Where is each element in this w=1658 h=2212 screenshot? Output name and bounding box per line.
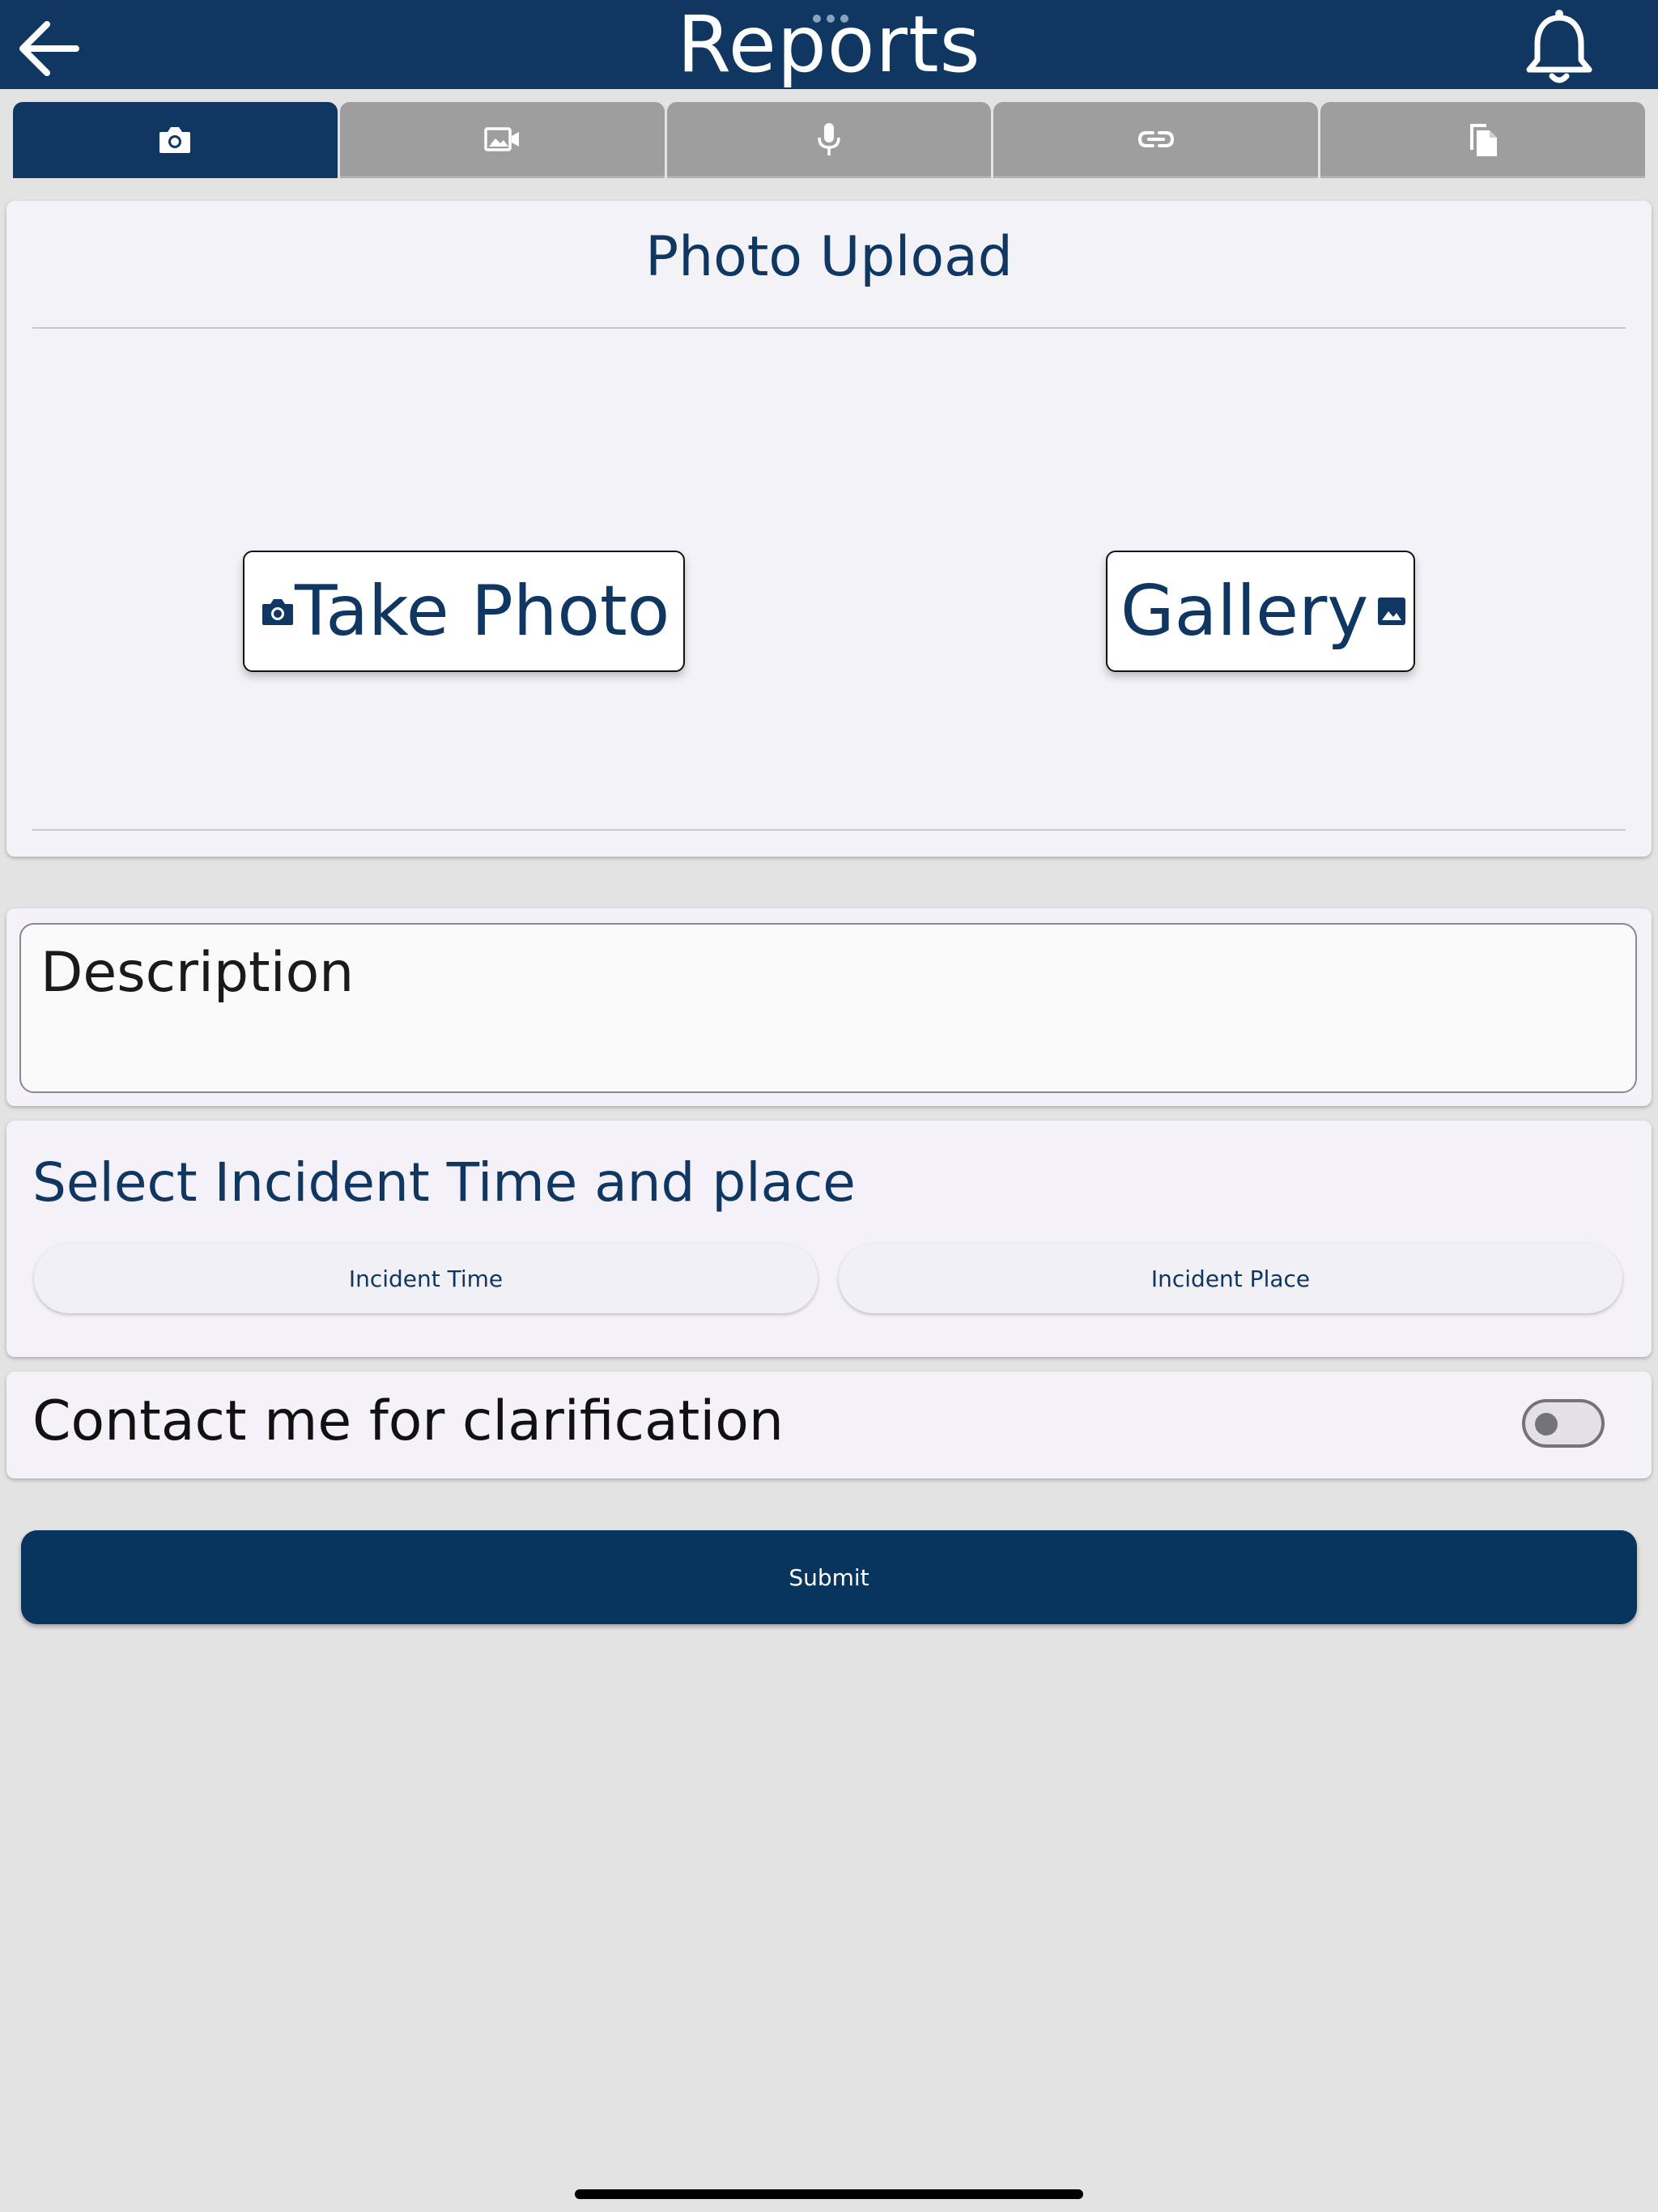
- camera-icon: [261, 596, 295, 627]
- app-header: Reports: [0, 0, 1658, 89]
- take-photo-button[interactable]: Take Photo: [243, 551, 685, 672]
- media-tabs: [13, 102, 1645, 178]
- video-icon: [484, 126, 520, 151]
- link-icon: [1137, 130, 1174, 147]
- handle-dot: [813, 15, 821, 23]
- bell-icon: [1526, 10, 1592, 83]
- incident-time-button[interactable]: Incident Time: [34, 1244, 818, 1313]
- gallery-label: Gallery: [1120, 571, 1369, 652]
- photo-upload-title: Photo Upload: [645, 225, 1013, 289]
- photo-upload-card: [6, 201, 1652, 857]
- toggle-knob: [1535, 1413, 1558, 1436]
- incident-section-title: Select Incident Time and place: [32, 1151, 856, 1214]
- microphone-icon: [818, 122, 840, 155]
- submit-button[interactable]: Submit: [21, 1530, 1637, 1624]
- home-indicator[interactable]: [575, 2189, 1083, 2199]
- incident-place-button[interactable]: Incident Place: [839, 1244, 1622, 1313]
- tab-video[interactable]: [339, 102, 665, 178]
- multitasking-handle[interactable]: [813, 15, 848, 23]
- tab-document[interactable]: [1320, 102, 1645, 178]
- notifications-button[interactable]: [1519, 5, 1600, 89]
- description-input[interactable]: Description: [19, 923, 1637, 1093]
- tab-link[interactable]: [993, 102, 1319, 178]
- description-placeholder: Description: [40, 941, 355, 1005]
- document-icon: [1469, 123, 1497, 156]
- take-photo-label: Take Photo: [295, 571, 670, 652]
- camera-icon: [159, 126, 191, 153]
- divider: [32, 327, 1626, 329]
- gallery-button[interactable]: Gallery: [1106, 551, 1415, 672]
- contact-label: Contact me for clarification: [32, 1389, 784, 1453]
- image-icon: [1376, 596, 1407, 627]
- tab-photo[interactable]: [13, 102, 338, 178]
- handle-dot: [827, 15, 835, 23]
- handle-dot: [840, 15, 848, 23]
- contact-toggle[interactable]: [1522, 1399, 1605, 1448]
- divider: [32, 829, 1626, 831]
- page-title: Reports: [677, 0, 981, 90]
- tab-audio[interactable]: [666, 102, 992, 178]
